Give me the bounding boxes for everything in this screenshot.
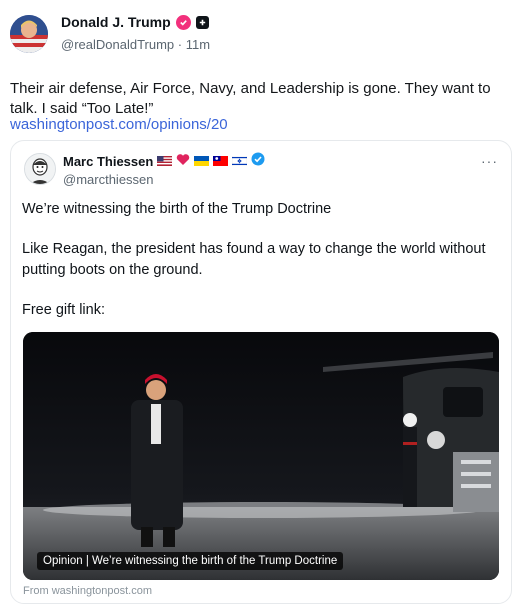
post-time[interactable]: 11m — [186, 37, 210, 52]
ukraine-flag-icon — [194, 153, 210, 171]
israel-flag-icon — [232, 153, 248, 171]
quote-text-line1: We’re witnessing the birth of the Trump … — [22, 201, 332, 217]
author-avatar[interactable] — [10, 15, 48, 53]
author-name-row: Donald J. Trump — [61, 14, 209, 30]
author-meta: @realDonaldTrump · 11m — [61, 37, 210, 52]
verified-badge-icon — [251, 152, 265, 171]
quote-text-para2: Like Reagan, the president has found a w… — [22, 241, 486, 278]
quote-text-para3: Free gift link: — [22, 302, 105, 318]
post-card: Donald J. Trump @realDonaldTrump · 11m T… — [0, 0, 526, 604]
author-handle[interactable]: @realDonaldTrump — [61, 37, 174, 52]
heart-icon — [176, 153, 190, 171]
link-source: From washingtonpost.com — [23, 585, 152, 597]
more-icon[interactable]: ··· — [481, 153, 498, 169]
meta-separator: · — [177, 37, 183, 52]
square-badge-icon — [195, 15, 209, 29]
quote-author-handle[interactable]: @marcthiessen — [63, 172, 154, 187]
article-image[interactable]: Opinion | We’re witnessing the birth of … — [23, 332, 499, 580]
article-link[interactable]: washingtonpost.com/opinions/20 — [10, 116, 228, 133]
us-flag-icon — [157, 153, 173, 171]
verified-badge-icon — [175, 14, 191, 30]
quote-author-name-row: Marc Thiessen — [63, 152, 265, 171]
image-caption: Opinion | We’re witnessing the birth of … — [37, 552, 344, 570]
author-name[interactable]: Donald J. Trump — [61, 14, 171, 30]
taiwan-flag-icon — [213, 153, 229, 171]
quote-author-avatar[interactable] — [24, 153, 56, 185]
quoted-post[interactable]: Marc Thiessen @marcthiessen ··· We’re wi… — [10, 140, 512, 604]
post-text: Their air defense, Air Force, Navy, and … — [10, 80, 491, 117]
quote-author-name[interactable]: Marc Thiessen — [63, 154, 153, 169]
